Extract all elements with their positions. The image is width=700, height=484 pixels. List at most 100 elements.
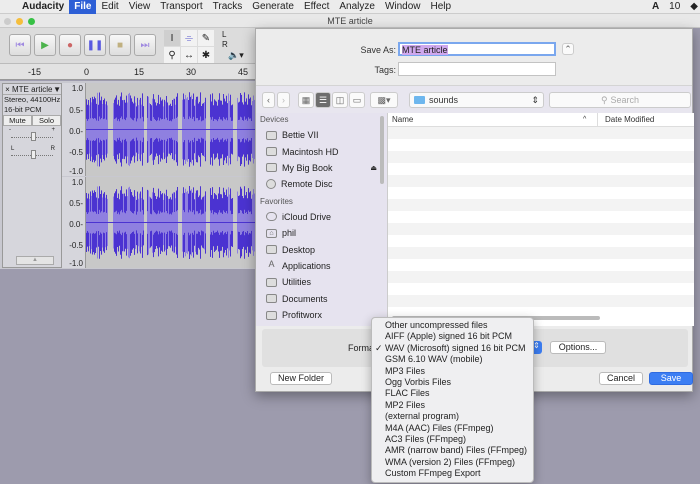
format-menu-item[interactable]: MP3 Files	[372, 366, 533, 377]
format-menu-item[interactable]: Ogg Vorbis Files	[372, 377, 533, 388]
selection-tool-icon[interactable]: I	[164, 30, 180, 46]
gain-slider[interactable]: - +	[3, 126, 61, 146]
menu-generate[interactable]: Generate	[247, 0, 299, 14]
sidebar-item-phil[interactable]: ⌂ phil	[256, 225, 387, 241]
format-menu-item[interactable]: M4A (AAC) Files (FFmpeg)	[372, 423, 533, 434]
format-menu-item-label: WAV (Microsoft) signed 16 bit PCM	[385, 342, 526, 353]
format-menu-item-label: Other uncompressed files	[385, 320, 488, 330]
close-window-button[interactable]	[4, 18, 11, 25]
search-input[interactable]: ⚲ Search	[549, 92, 691, 108]
menu-app[interactable]: Audacity	[17, 0, 69, 14]
sidebar-item-my-big-book[interactable]: My Big Book ⏏	[256, 160, 387, 176]
format-menu-item[interactable]: Other uncompressed files	[372, 320, 533, 331]
menu-tracks[interactable]: Tracks	[208, 0, 248, 14]
stop-button[interactable]: ■	[109, 34, 131, 56]
format-menu-item-label: AC3 Files (FFmpeg)	[385, 433, 467, 444]
waveform-right-channel[interactable]	[86, 177, 255, 268]
save-as-input[interactable]: MTE article	[398, 42, 556, 56]
track-bitdepth: 16-bit PCM	[4, 105, 42, 114]
format-menu-item[interactable]: FLAC Files	[372, 388, 533, 399]
format-menu-item[interactable]: WMA (version 2) Files (FFmpeg)	[372, 457, 533, 468]
shield-icon[interactable]: ◆	[685, 0, 700, 14]
sidebar: Devices Bettie VII Macintosh HD My Big B…	[256, 113, 387, 326]
list-view-button[interactable]: ☰	[315, 92, 331, 108]
format-menu-item[interactable]: ✓ WAV (Microsoft) signed 16 bit PCM	[372, 343, 533, 354]
zoom-window-button[interactable]	[28, 18, 35, 25]
track-menu-chevron-icon[interactable]: ▼	[53, 84, 61, 94]
documents-icon	[266, 294, 277, 304]
menu-analyze[interactable]: Analyze	[334, 0, 380, 14]
back-button[interactable]: ‹	[262, 92, 275, 108]
track-name-menu[interactable]: MTE article	[12, 84, 53, 94]
location-dropdown[interactable]: sounds ⇕	[409, 92, 544, 108]
sidebar-item-remote-disc[interactable]: Remote Disc	[256, 176, 387, 192]
format-menu-item-label: Custom FFmpeg Export	[385, 468, 481, 479]
sidebar-item-utilities[interactable]: Utilities	[256, 274, 387, 290]
zoom-tool-icon[interactable]: ⚲	[164, 47, 180, 63]
scale-label: 0.0-	[69, 220, 83, 229]
sidebar-scrollbar[interactable]	[380, 116, 384, 184]
skip-start-button[interactable]: ⏮	[9, 34, 31, 56]
minimize-window-button[interactable]	[16, 18, 23, 25]
menu-view[interactable]: View	[124, 0, 156, 14]
sidebar-item-profitworx[interactable]: Profitworx	[256, 307, 387, 323]
sidebar-item-macintosh-hd[interactable]: Macintosh HD	[256, 143, 387, 159]
record-button[interactable]: ●	[59, 34, 81, 56]
save-button[interactable]: Save	[649, 372, 693, 385]
menu-window[interactable]: Window	[380, 0, 426, 14]
adobe-icon[interactable]: A	[647, 0, 664, 14]
apple-menu-icon[interactable]	[0, 0, 17, 14]
mute-button[interactable]: Mute	[3, 115, 32, 126]
format-menu-item[interactable]: AC3 Files (FFmpeg)	[372, 434, 533, 445]
name-column-header[interactable]: Name	[388, 113, 583, 126]
volume-icon[interactable]: 🔈▾	[228, 50, 244, 61]
sidebar-item-bettie-vii[interactable]: Bettie VII	[256, 127, 387, 143]
format-menu-item[interactable]: GSM 6.10 WAV (mobile)	[372, 354, 533, 365]
coverflow-view-button[interactable]: ▭	[349, 92, 365, 108]
menu-edit[interactable]: Edit	[96, 0, 123, 14]
cancel-button[interactable]: Cancel	[599, 372, 643, 385]
draw-tool-icon[interactable]: ✎	[198, 30, 214, 46]
forward-button[interactable]: ›	[277, 92, 290, 108]
waveform-left-channel[interactable]	[86, 83, 255, 176]
solo-button[interactable]: Solo	[32, 115, 61, 126]
skip-end-button[interactable]: ⏭	[134, 34, 156, 56]
pan-slider[interactable]: L R	[3, 146, 61, 166]
file-list[interactable]: Name ^ Date Modified	[387, 113, 694, 326]
column-view-button[interactable]: ◫	[332, 92, 348, 108]
sidebar-item-desktop[interactable]: Desktop	[256, 241, 387, 257]
sidebar-item-applications[interactable]: A Applications	[256, 258, 387, 274]
multi-tool-icon[interactable]: ✱	[198, 47, 214, 63]
sidebar-item-label: Desktop	[282, 244, 316, 255]
sidebar-item-icloud-drive[interactable]: iCloud Drive	[256, 209, 387, 225]
arrange-button[interactable]: ▩▾	[370, 92, 398, 108]
menu-effect[interactable]: Effect	[299, 0, 334, 14]
sidebar-item-documents[interactable]: Documents	[256, 291, 387, 307]
format-menu-item[interactable]: AIFF (Apple) signed 16 bit PCM	[372, 331, 533, 342]
eject-icon[interactable]: ⏏	[370, 164, 377, 172]
envelope-tool-icon[interactable]: ⌯	[181, 30, 197, 46]
play-button[interactable]: ▶	[34, 34, 56, 56]
options-button[interactable]: Options...	[550, 341, 606, 354]
pause-button[interactable]: ❚❚	[84, 34, 106, 56]
tags-input[interactable]	[398, 62, 556, 76]
icon-view-button[interactable]: ▦	[298, 92, 314, 108]
format-menu-item[interactable]: Custom FFmpeg Export	[372, 468, 533, 479]
collapse-dialog-button[interactable]: ⌃	[562, 43, 574, 55]
timeline-ruler[interactable]: -15 0 15 30 45	[0, 64, 255, 80]
status-count: 10	[669, 0, 681, 12]
menu-help[interactable]: Help	[426, 0, 457, 14]
format-menu-item[interactable]: (external program)	[372, 411, 533, 422]
new-folder-button[interactable]: New Folder	[270, 372, 332, 385]
format-menu-item-label: GSM 6.10 WAV (mobile)	[385, 354, 483, 365]
collapse-track-button[interactable]: ▲	[16, 256, 54, 265]
timeshift-tool-icon[interactable]: ↔	[181, 47, 197, 63]
format-menu-item[interactable]: MP2 Files	[372, 400, 533, 411]
menu-file[interactable]: File	[69, 0, 97, 14]
sidebar-item-label: Remote Disc	[281, 179, 333, 190]
track-close-icon[interactable]: ×	[3, 84, 12, 94]
menu-transport[interactable]: Transport	[155, 0, 207, 14]
meter-right-label: R	[222, 40, 228, 49]
date-modified-column-header[interactable]: Date Modified	[597, 113, 694, 126]
format-menu-item[interactable]: AMR (narrow band) Files (FFmpeg)	[372, 445, 533, 456]
